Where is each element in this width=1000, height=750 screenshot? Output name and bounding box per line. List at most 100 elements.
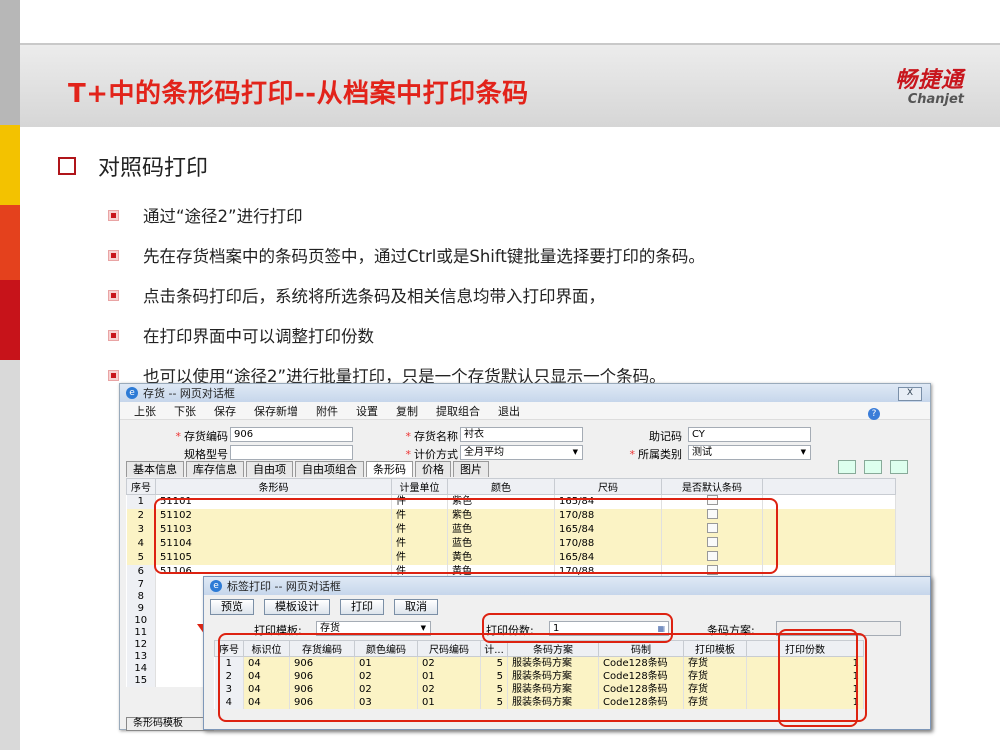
cell-no: 15 [126,675,156,687]
cell-no: 1 [126,494,156,509]
valuation-select[interactable]: 全月平均 ▼ [460,445,583,460]
bullet-item: 在打印界面中可以调整打印份数 [108,315,705,355]
dialog-title: 存货 -- 网页对话框 [143,387,235,400]
logo-cn: 畅捷通 [894,68,964,93]
cell-no: 4 [126,537,156,551]
print-button[interactable]: 打印 [340,599,384,615]
bullet-text: 先在存货档案中的条码页签中，通过Ctrl或是Shift键批量选择要打印的条码。 [143,247,705,266]
menu-next[interactable]: 下张 [174,403,196,419]
insert-row-icon[interactable] [838,460,856,474]
menu-settings[interactable]: 设置 [356,403,378,419]
tab-free-combo[interactable]: 自由项组合 [295,461,364,477]
close-button[interactable]: X [898,387,922,401]
tab-barcode[interactable]: 条形码 [366,461,413,477]
stripe-orange [0,205,20,280]
bullet-icon [108,249,119,261]
highlight-copies-column [778,629,858,727]
cell-blank [762,523,896,537]
menu-save[interactable]: 保存 [214,403,236,419]
cell-no: 9 [126,603,156,615]
cell-no: 6 [126,565,156,579]
logo-en: Chanjet [907,92,964,107]
preview-button[interactable]: 预览 [210,599,254,615]
browser-icon: e [210,580,222,592]
code-label: * 存货编码 [175,430,229,443]
cell-blank [762,509,896,523]
valuation-label: * 计价方式 [405,448,459,461]
template-design-button[interactable]: 模板设计 [264,599,330,615]
bullet-item: 先在存货档案中的条码页签中，通过Ctrl或是Shift键批量选择要打印的条码。 [108,235,705,275]
grid-toolbar [830,460,908,474]
bullet-text: 通过“途径2”进行打印 [143,207,303,226]
print-barcode-icon[interactable] [890,460,908,474]
col-default: 是否默认条码 [661,478,763,495]
dialog-titlebar: e 存货 -- 网页对话框 [120,384,930,402]
print-toolbar: 预览 模板设计 打印 取消 [210,599,448,615]
menu-prev[interactable]: 上张 [134,403,156,419]
bullet-icon [108,289,119,301]
mnemonic-label: 助记码 [649,430,682,443]
category-label: * 所属类别 [629,448,683,461]
slide-title: T+中的条形码打印--从档案中打印条码 [68,79,529,109]
bullet-icon [108,369,119,381]
bullet-item: 点击条码打印后，系统将所选条码及相关信息均带入打印界面， [108,275,705,315]
col-color: 颜色 [447,478,555,495]
bullet-icon [108,329,119,341]
tab-price[interactable]: 价格 [415,461,451,477]
tab-strip: 基本信息 库存信息 自由项 自由项组合 条形码 价格 图片 [126,461,491,477]
bullet-item: 通过“途径2”进行打印 [108,195,705,235]
barcode-template-button[interactable]: 条形码模板 [126,717,214,731]
col-unit: 计量单位 [391,478,448,495]
delete-row-icon[interactable] [864,460,882,474]
dialog-titlebar: e 标签打印 -- 网页对话框 [204,577,930,595]
menu-attachment[interactable]: 附件 [316,403,338,419]
cell-no: 12 [126,639,156,651]
col-size: 尺码 [554,478,662,495]
cell-no: 10 [126,615,156,627]
code-input[interactable]: 906 [230,427,353,442]
heading-text: 对照码打印 [98,156,209,181]
tab-basic[interactable]: 基本信息 [126,461,184,477]
name-input[interactable]: 衬衣 [460,427,583,442]
section-heading: 对照码打印 [58,150,208,182]
chanjet-logo: 畅捷通 Chanjet [895,62,964,107]
cell-no: 3 [126,523,156,537]
chevron-down-icon: ▼ [800,448,806,456]
menu-save-new[interactable]: 保存新增 [254,403,298,419]
bullet-list: 通过“途径2”进行打印 先在存货档案中的条码页签中，通过Ctrl或是Shift键… [108,195,705,395]
cell-blank [762,551,896,565]
bullet-text: 点击条码打印后，系统将所选条码及相关信息均带入打印界面， [143,287,605,306]
tab-stock[interactable]: 库存信息 [186,461,244,477]
bullet-icon [108,209,119,221]
help-icon[interactable]: ? [868,408,880,420]
spec-input[interactable] [230,445,353,460]
stripe-lightgray [0,360,20,750]
cell-blank [762,494,896,509]
spec-label: 规格型号 [184,448,228,461]
cancel-button[interactable]: 取消 [394,599,438,615]
highlight-print-rows [218,633,867,722]
browser-icon: e [126,387,138,399]
cell-no: 11 [126,627,156,639]
cell-no: 13 [126,651,156,663]
tab-free-item[interactable]: 自由项 [246,461,293,477]
tab-image[interactable]: 图片 [453,461,489,477]
inventory-form: * 存货编码 906 * 存货名称 衬衣 助记码 CY 规格型号 * 计价方式 全月平… [120,424,930,464]
stripe-red [0,280,20,360]
menu-copy[interactable]: 复制 [396,403,418,419]
cell-no: 8 [126,591,156,603]
cell-blank [762,537,896,551]
menu-exit[interactable]: 退出 [498,403,520,419]
menubar: 上张 下张 保存 保存新增 附件 设置 复制 提取组合 退出 [120,402,930,420]
col-no: 序号 [126,478,156,495]
chevron-down-icon: ▼ [572,448,578,456]
category-select[interactable]: 测试 ▼ [688,445,811,460]
col-blank [762,478,896,495]
menu-extract[interactable]: 提取组合 [436,403,480,419]
name-label: * 存货名称 [405,430,459,443]
bullet-text: 在打印界面中可以调整打印份数 [143,327,374,346]
dialog-title: 标签打印 -- 网页对话框 [227,580,341,593]
mnemonic-input[interactable]: CY [688,427,811,442]
highlight-selected-rows [154,498,778,574]
cell-no: 2 [126,509,156,523]
